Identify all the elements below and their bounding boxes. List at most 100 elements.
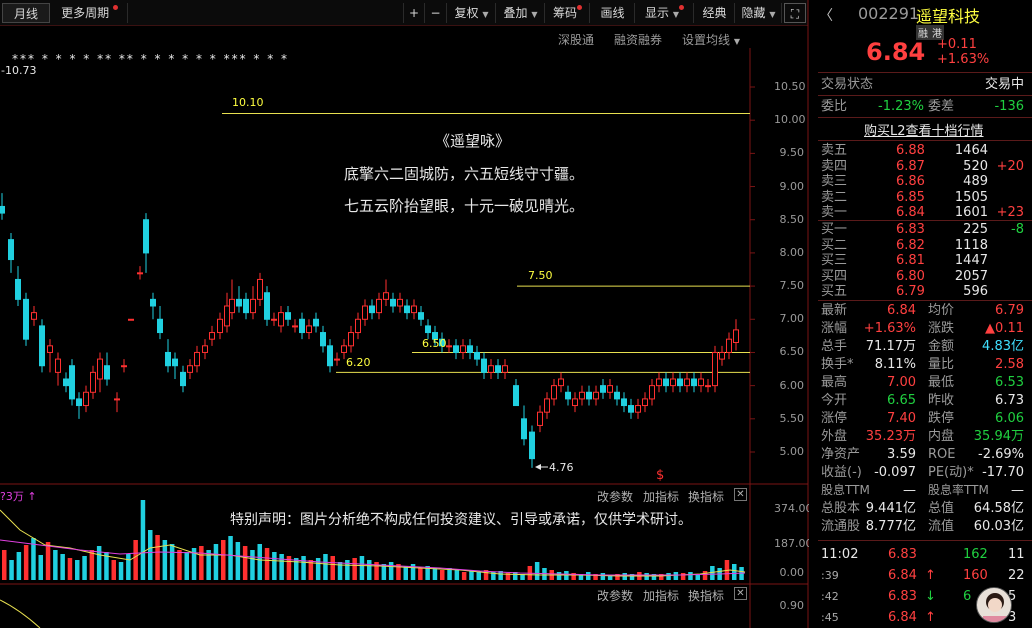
candle-body [15, 278, 21, 300]
trade-status-row: 交易状态 交易中 [821, 77, 1024, 92]
candle-body [257, 278, 263, 300]
candle-body [404, 305, 410, 314]
candle-body [712, 351, 718, 387]
volume-bar [556, 572, 562, 580]
ask-row[interactable]: 卖一 6.84 1601 +23 [818, 204, 1028, 221]
disclaimer-text: 特别声明：图片分析绝不构成任何投资建议、引导或承诺，仅供学术研讨。 [230, 512, 692, 528]
volume-bar [418, 568, 423, 580]
volume-bar [264, 548, 270, 580]
price-axis-label: 9.50 [779, 146, 805, 160]
volume-bar [75, 560, 80, 580]
stat-row: 最新 6.84 均价 6.79 [821, 303, 1024, 318]
candle-body [446, 345, 452, 348]
candle-body [453, 345, 459, 353]
candle-body [383, 292, 389, 300]
candle-body [488, 365, 494, 373]
bid-row[interactable]: 买四 6.80 2057 [818, 268, 1028, 285]
macd-switch-indicator-button[interactable]: 换指标 [688, 587, 724, 604]
l2-upgrade-link[interactable]: 购买L2查看十档行情 [864, 120, 984, 139]
candle-body [63, 378, 69, 387]
volume-bar [96, 546, 102, 580]
stat-row: 今开 6.65 昨收 6.73 [821, 393, 1024, 408]
candle-body [474, 351, 480, 360]
price-axis-ticks [750, 86, 755, 453]
candle-body [663, 378, 669, 387]
candle-body [313, 318, 319, 327]
volume-bar [702, 571, 708, 580]
volume-bar [257, 544, 262, 580]
bid-row[interactable]: 买一 6.83 225 -8 [818, 221, 1028, 238]
candle-body [278, 312, 284, 327]
macd-close-icon[interactable]: ✕ [734, 587, 747, 600]
ask-row[interactable]: 卖三 6.86 489 [818, 173, 1028, 190]
candle-body [600, 385, 606, 393]
macd-change-param-button[interactable]: 改参数 [597, 587, 633, 604]
volume-bar [272, 552, 277, 580]
volume-bar [235, 542, 241, 580]
candle-body [495, 365, 501, 373]
volume-bar [352, 558, 357, 580]
candle-body [397, 298, 403, 307]
candle-body [425, 325, 431, 334]
stock-name[interactable]: 遥望科技 [916, 3, 980, 27]
bid-row[interactable]: 买二 6.82 1118 [818, 237, 1028, 254]
panel-collapse-icon[interactable]: 〈 [819, 5, 833, 25]
candle-body [224, 305, 230, 327]
candle-body [39, 325, 45, 367]
volume-bar [476, 572, 481, 580]
volume-bar [534, 562, 540, 580]
candle-body [691, 378, 697, 387]
volume-bar [60, 554, 65, 580]
stat-row: 涨停 7.40 跌停 6.06 [821, 411, 1024, 426]
candle-body [271, 318, 277, 321]
candle-body [376, 298, 382, 314]
volume-bar [133, 540, 138, 580]
candle-body [558, 378, 564, 387]
candle-body [292, 325, 298, 328]
low-price-label: 4.76 [549, 461, 574, 474]
candle-body [243, 298, 249, 314]
price-axis-label: 8.00 [779, 245, 805, 259]
price-axis-label: 10.50 [774, 80, 806, 93]
tick-row: :42 6.83 ↓ 6 5 [821, 589, 1017, 604]
volume-change-param-button[interactable]: 改参数 [597, 488, 633, 505]
candle-body [31, 312, 37, 320]
volume-bar [155, 535, 160, 580]
volume-bar [89, 550, 95, 580]
candle-body [565, 391, 571, 400]
volume-bar [454, 570, 460, 580]
volume-bar [2, 550, 7, 580]
line-label-6-50: 6.50 [422, 337, 447, 350]
support-lines [222, 113, 750, 373]
volume-switch-indicator-button[interactable]: 换指标 [688, 488, 724, 505]
volume-bar [148, 530, 153, 580]
candle-body [411, 305, 417, 314]
poem-line-1: 底擎六二固城防，六五短线守寸疆。 [344, 165, 585, 183]
candle-body [656, 378, 662, 387]
assistant-avatar[interactable] [976, 587, 1012, 623]
ask-row[interactable]: 卖五 6.88 1464 [818, 142, 1028, 159]
candle-body [137, 272, 143, 275]
candle-body [635, 405, 641, 413]
candle-body [299, 318, 305, 334]
candle-body [0, 205, 5, 214]
bid-row[interactable]: 买五 6.79 596 [818, 283, 1028, 300]
volume-bar [440, 570, 445, 580]
candle-body [355, 318, 361, 334]
candle-body [586, 391, 592, 400]
kline-chart[interactable]: *** * * * * ** ** * * * * * * *** * * * [0, 0, 810, 628]
candle-body [670, 378, 676, 387]
candle-body [579, 391, 585, 400]
macd-add-indicator-button[interactable]: 加指标 [643, 587, 679, 604]
candle-body [481, 358, 487, 373]
volume-bar [228, 536, 233, 580]
candle-body [628, 405, 634, 413]
volume-close-icon[interactable]: ✕ [734, 488, 747, 501]
stock-code: 002291 [858, 4, 920, 23]
ask-row[interactable]: 卖四 6.87 520 +20 [818, 158, 1028, 175]
ask-row[interactable]: 卖二 6.85 1505 [818, 189, 1028, 206]
volume-bar [242, 546, 248, 580]
volume-add-indicator-button[interactable]: 加指标 [643, 488, 679, 505]
volume-bar [45, 542, 51, 580]
bid-row[interactable]: 买三 6.81 1447 [818, 252, 1028, 269]
